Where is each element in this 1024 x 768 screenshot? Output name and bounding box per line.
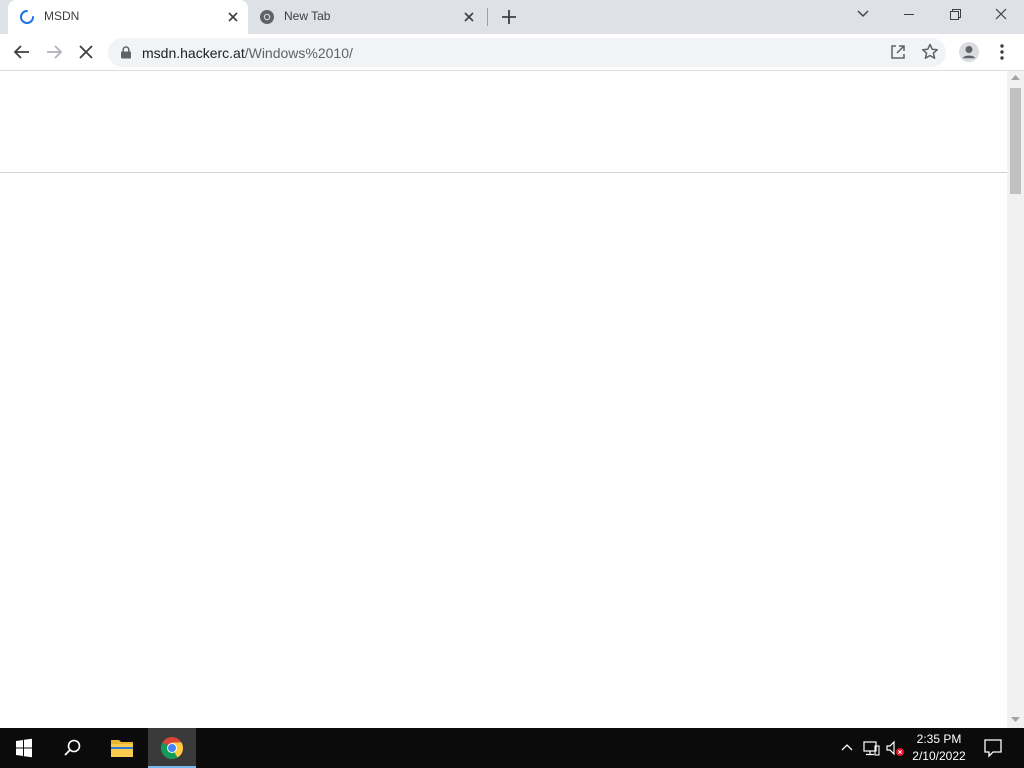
clock-time: 2:35 PM	[916, 732, 962, 746]
scrollbar-thumb[interactable]	[1010, 88, 1021, 194]
forward-button[interactable]	[42, 40, 66, 64]
taskbar: 2:35 PM 2/10/2022	[0, 728, 1024, 768]
vertical-scrollbar[interactable]	[1007, 71, 1024, 728]
chrome-icon	[260, 10, 274, 24]
stop-loading-button[interactable]	[74, 40, 98, 64]
chevron-down-icon	[857, 10, 869, 17]
scroll-down-arrow-icon[interactable]	[1011, 716, 1020, 723]
tab-new-tab[interactable]: New Tab	[248, 0, 484, 34]
folder-icon	[111, 740, 133, 757]
tab-msdn[interactable]: MSDN	[8, 0, 248, 34]
lock-icon[interactable]	[120, 46, 132, 59]
tab-title: MSDN	[44, 9, 80, 23]
windows-logo-icon	[16, 738, 32, 758]
tab-separator	[487, 8, 488, 26]
scroll-up-arrow-icon[interactable]	[1011, 74, 1020, 81]
url-path: /Windows%2010/	[244, 45, 353, 61]
url-host: msdn.hackerc.at	[142, 45, 245, 61]
close-icon[interactable]	[460, 8, 478, 26]
minimize-button[interactable]	[886, 0, 932, 30]
new-tab-button[interactable]	[498, 6, 520, 28]
close-icon[interactable]	[224, 8, 242, 26]
network-icon[interactable]	[861, 738, 881, 758]
address-bar[interactable]: msdn.hackerc.at/Windows%2010/	[108, 38, 946, 67]
loading-spinner-icon	[20, 10, 34, 24]
page-content	[0, 71, 1007, 728]
chrome-icon	[161, 737, 183, 759]
tab-search-button[interactable]	[840, 0, 886, 30]
page-header	[0, 71, 1007, 173]
tab-title: New Tab	[284, 9, 331, 23]
chrome-taskbar-button[interactable]	[148, 728, 196, 768]
url-text[interactable]: msdn.hackerc.at/Windows%2010/	[142, 45, 353, 61]
show-hidden-icons-button[interactable]	[837, 738, 857, 758]
minimize-icon	[904, 14, 914, 15]
action-center-button[interactable]	[978, 728, 1008, 768]
star-icon[interactable]	[920, 42, 940, 62]
kebab-menu-icon[interactable]	[990, 40, 1014, 64]
profile-icon[interactable]	[957, 40, 981, 64]
restore-button[interactable]	[932, 0, 978, 30]
restore-icon	[950, 9, 961, 20]
close-window-button[interactable]	[978, 0, 1024, 30]
taskbar-clock[interactable]: 2:35 PM 2/10/2022	[906, 731, 972, 765]
tab-strip: MSDN New Tab	[0, 0, 1024, 34]
close-icon	[995, 8, 1007, 20]
file-explorer-taskbar-button[interactable]	[98, 728, 146, 768]
notification-icon	[984, 739, 1002, 758]
volume-muted-icon[interactable]	[885, 738, 905, 758]
start-button[interactable]	[0, 728, 48, 768]
taskbar-search-button[interactable]	[48, 728, 96, 768]
share-icon[interactable]	[888, 42, 908, 62]
clock-date: 2/10/2022	[912, 749, 966, 763]
browser-toolbar: msdn.hackerc.at/Windows%2010/	[0, 34, 1024, 71]
search-icon	[64, 739, 81, 756]
back-button[interactable]	[10, 40, 34, 64]
